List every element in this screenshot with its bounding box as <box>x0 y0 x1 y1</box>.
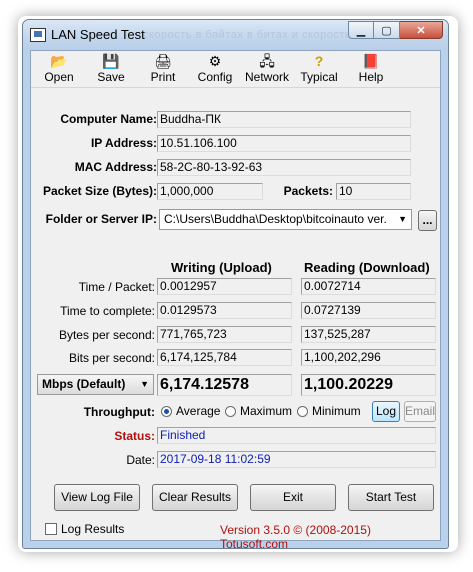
app-window: скорость в байтах в битах и скорость LAN… <box>22 19 449 551</box>
write-time-per-packet: 0.0012957 <box>157 278 292 295</box>
ip-address-label: IP Address: <box>90 136 157 150</box>
help-book-icon: 📕 <box>362 53 380 69</box>
log-results-label: Log Results <box>61 522 125 536</box>
read-time-to-complete: 0.0727139 <box>301 302 436 319</box>
throughput-label: Throughput: <box>83 405 155 419</box>
toolbar-typical-button[interactable]: ? Typical <box>294 53 344 84</box>
toolbar-open-button[interactable]: 📂 Open <box>34 53 84 84</box>
write-bits-per-second: 6,174,125,784 <box>157 349 292 366</box>
radio-dot-icon <box>225 405 236 417</box>
write-time-to-complete: 0.0129573 <box>157 302 292 319</box>
close-button[interactable]: ✕ <box>400 21 443 39</box>
date-label: Date: <box>126 453 155 467</box>
unit-select-value: Mbps (Default) <box>42 377 126 391</box>
radio-minimum[interactable]: Minimum <box>297 404 361 418</box>
toolbar: 📂 Open 💾 Save 🖨 Print ⚙ Config 🖧 Network ? Typ… <box>31 51 440 88</box>
view-log-file-button[interactable]: View Log File <box>54 484 140 511</box>
radio-label: Minimum <box>312 404 361 418</box>
toolbar-config-button[interactable]: ⚙ Config <box>190 53 240 84</box>
radio-maximum[interactable]: Maximum <box>225 404 292 418</box>
bytes-per-second-label: Bytes per second: <box>58 328 155 342</box>
titlebar-background-text: скорость в байтах в битах и скорость <box>143 29 352 41</box>
status-field: Finished <box>157 427 436 444</box>
toolbar-label: Config <box>197 70 233 84</box>
packets-label: Packets: <box>283 184 333 198</box>
chevron-down-icon: ▼ <box>140 379 149 389</box>
toolbar-save-button[interactable]: 💾 Save <box>86 53 136 84</box>
toolbar-print-button[interactable]: 🖨 Print <box>138 53 188 84</box>
status-label: Status: <box>114 429 155 443</box>
title-bar[interactable]: скорость в байтах в битах и скорость LAN… <box>23 20 448 50</box>
mac-address-field: 58-2C-80-13-92-63 <box>157 159 411 176</box>
packets-field: 10 <box>336 183 411 200</box>
radio-dot-icon <box>161 405 172 417</box>
floppy-disk-icon: 💾 <box>102 53 120 69</box>
printer-icon: 🖨 <box>154 53 172 69</box>
exit-button[interactable]: Exit <box>250 484 336 511</box>
version-text: Version 3.5.0 © (2008-2015) Totusoft.com <box>220 523 371 551</box>
toolbar-label: Typical <box>300 70 338 84</box>
network-icon: 🖧 <box>259 53 275 69</box>
browse-button[interactable]: ... <box>418 210 437 231</box>
reading-header: Reading (Download) <box>304 260 430 275</box>
toolbar-label: Network <box>244 70 289 84</box>
radio-dot-icon <box>297 405 308 417</box>
write-bytes-per-second: 771,765,723 <box>157 326 292 343</box>
unit-select[interactable]: Mbps (Default) ▼ <box>37 374 154 395</box>
checkbox-icon <box>45 523 57 535</box>
toolbar-label: Open <box>44 70 74 84</box>
clear-results-button[interactable]: Clear Results <box>152 484 238 511</box>
ip-address-field: 10.51.106.100 <box>157 135 411 152</box>
date-field: 2017-09-18 11:02:59 <box>157 451 436 468</box>
folder-value: C:\Users\Buddha\Desktop\bitcoinauto ver. <box>164 212 387 226</box>
packet-size-field: 1,000,000 <box>157 183 263 200</box>
start-test-button[interactable]: Start Test <box>348 484 434 511</box>
toolbar-label: Print <box>150 70 176 84</box>
maximize-button[interactable]: ▢ <box>374 21 400 39</box>
write-result-big: 6,174.12578 <box>157 374 292 396</box>
computer-name-field: Buddha-ПК <box>157 111 411 128</box>
radio-label: Average <box>176 404 221 418</box>
read-result-big: 1,100.20229 <box>301 374 436 396</box>
mac-address-label: MAC Address: <box>74 160 157 174</box>
time-to-complete-label: Time to complete: <box>60 304 155 318</box>
minimize-button[interactable]: ▁ <box>348 21 374 39</box>
computer-name-label: Computer Name: <box>60 112 157 126</box>
chevron-down-icon: ▼ <box>398 214 407 224</box>
read-time-per-packet: 0.0072714 <box>301 278 436 295</box>
log-results-checkbox[interactable]: Log Results <box>45 522 124 536</box>
log-button[interactable]: Log <box>372 401 400 422</box>
window-controls: ▁ ▢ ✕ <box>348 21 443 39</box>
folder-label: Folder or Server IP: <box>45 212 157 226</box>
radio-average[interactable]: Average <box>161 404 220 418</box>
writing-header: Writing (Upload) <box>171 260 272 275</box>
read-bytes-per-second: 137,525,287 <box>301 326 436 343</box>
toolbar-help-button[interactable]: 📕 Help <box>346 53 396 84</box>
folder-open-icon: 📂 <box>50 53 68 69</box>
time-per-packet-label: Time / Packet: <box>78 280 155 294</box>
email-button[interactable]: Email <box>404 401 436 422</box>
app-icon[interactable] <box>30 28 46 42</box>
read-bits-per-second: 1,100,202,296 <box>301 349 436 366</box>
packet-size-label: Packet Size (Bytes): <box>42 184 157 198</box>
question-icon: ? <box>314 53 324 69</box>
window-title: LAN Speed Test <box>51 27 145 42</box>
bits-per-second-label: Bits per second: <box>68 351 155 365</box>
toolbar-label: Save <box>97 70 125 84</box>
config-icon: ⚙ <box>208 53 222 69</box>
client-area: 📂 Open 💾 Save 🖨 Print ⚙ Config 🖧 Network ? Typ… <box>30 50 441 551</box>
folder-combo[interactable]: C:\Users\Buddha\Desktop\bitcoinauto ver.… <box>159 209 412 230</box>
toolbar-network-button[interactable]: 🖧 Network <box>242 53 292 84</box>
toolbar-label: Help <box>358 70 384 84</box>
radio-label: Maximum <box>240 404 293 418</box>
